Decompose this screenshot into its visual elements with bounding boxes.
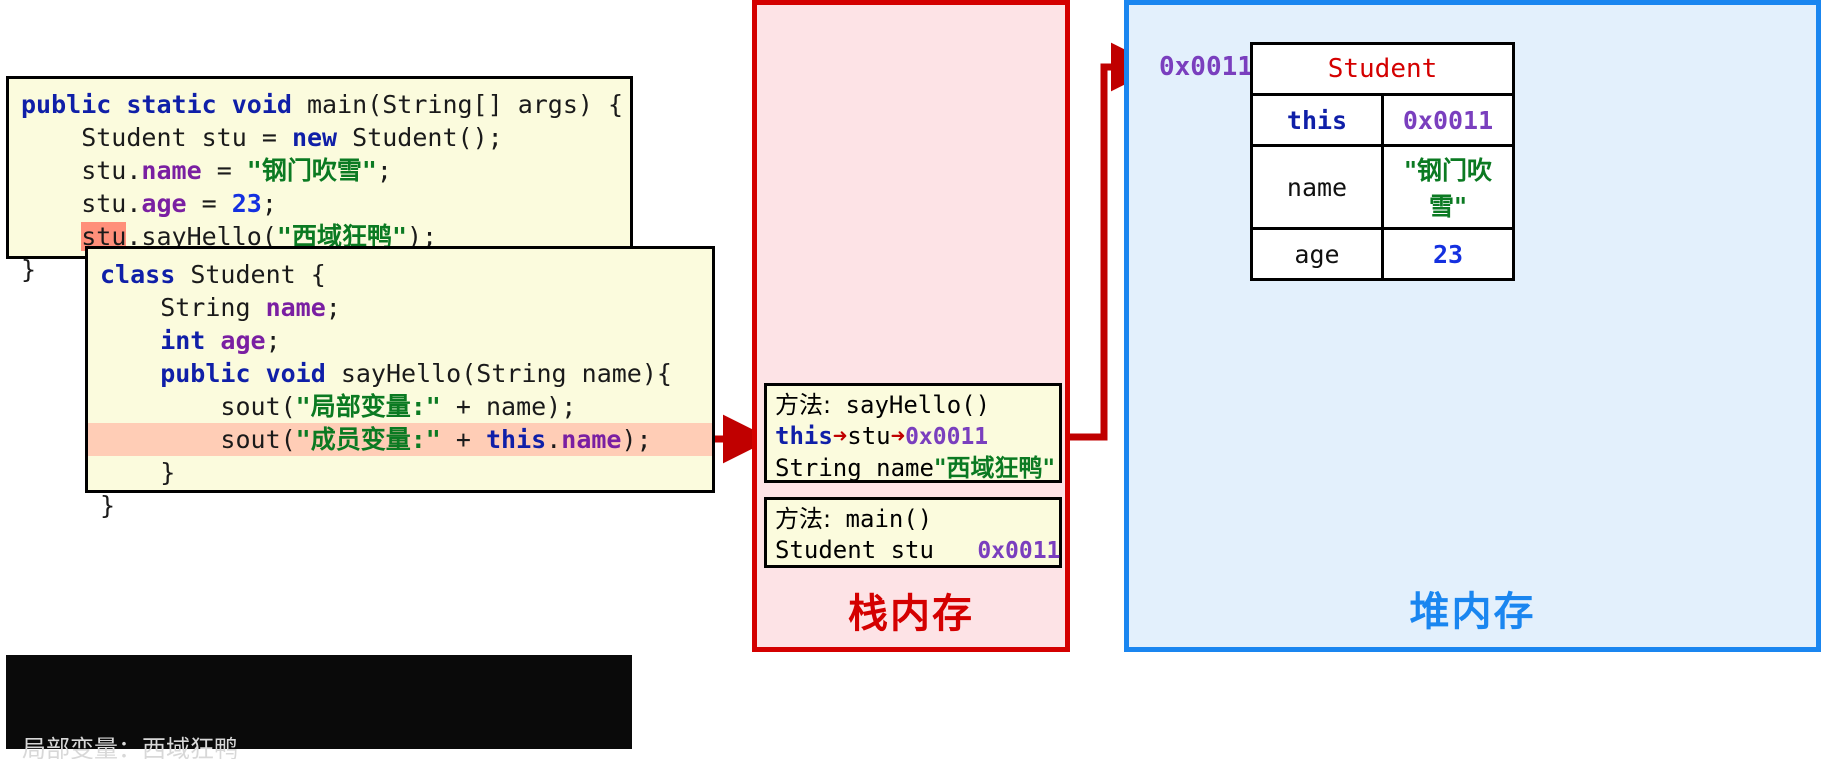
code-token: Student(); [352,123,503,152]
console-output-panel: 局部变量：西域狂鸭 成员变量：钢门吹雪 [6,655,632,759]
field-key: this [1250,93,1384,147]
main-method-code-block: public static void main(String[] args) {… [6,76,633,284]
field-key: age [1250,227,1384,281]
table-row: name "钢门吹雪" [1250,144,1515,230]
arrow-glyph-1: ➜ [832,422,848,450]
code-token: main(String[] args) { [306,90,624,119]
code-token: public static void [21,90,307,119]
code-token: new [291,123,353,152]
table-row: this 0x0011 [1250,93,1515,147]
code-token: sout( [100,425,296,454]
heap-memory-label: 堆内存 [1409,588,1536,635]
code-token: } [100,491,116,520]
code-token: 23 [231,189,262,218]
code-token: sayHello(String name){ [340,359,672,388]
code-token: name [265,293,326,322]
code-token: name [561,425,622,454]
code-token: ; [376,156,392,185]
code-line: } [100,491,115,520]
param-declaration: String name [775,454,934,482]
code-token: public void [100,359,341,388]
diagram-canvas: public static void main(String[] args) {… [0,0,1824,759]
code-token: age [220,326,266,355]
code-token: stu. [21,189,142,218]
table-row-title: Student [1250,42,1515,96]
stu-variable: stu [847,422,891,450]
code-token: class [100,260,191,289]
heap-object-address: 0x0011 [1159,52,1253,82]
code-line: } [100,458,175,487]
field-value: "钢门吹雪" [1381,144,1515,230]
sayhello-address-value: 0x0011 [905,424,989,450]
field-key: name [1250,144,1384,230]
code-line: class Student { [100,260,326,289]
field-value: 0x0011 [1381,93,1515,147]
stack-memory-label: 栈内存 [848,590,974,637]
stack-frame-main: 方法: main() Student stu 0x0011 [764,497,1062,568]
stack-frame-sayhello: 方法: sayHello() this➜stu➜0x0011 String na… [764,383,1062,483]
code-line: public void sayHello(String name){ [100,359,672,388]
param-value: "西域狂鸭" [933,454,1055,482]
code-line: stu.name = "钢门吹雪"; [21,156,392,185]
frame-header-method: main() [831,505,933,533]
code-token: ; [325,293,341,322]
code-line: String name; [100,293,341,322]
highlighted-code-line: sout("成员变量:" + this.name); [88,423,712,456]
field-value: 23 [1381,227,1515,281]
student-object-table: Student this 0x0011 name "钢门吹雪" age 23 [1250,42,1515,281]
code-token: age [141,189,187,218]
code-line: stu.age = 23; [21,189,277,218]
code-line: sout("局部变量:" + name); [100,392,576,421]
code-token: } [100,458,176,487]
frame-header-method: sayHello() [831,391,991,419]
console-line: 局部变量：西域狂鸭 [22,735,238,759]
code-token: Student { [190,260,326,289]
code-token: } [21,255,37,284]
table-row: age 23 [1250,227,1515,281]
arrow-glyph-2: ➜ [890,422,906,450]
code-token: "局部变量:" [295,392,441,421]
student-class-name: Student [1250,42,1515,96]
code-token: = [186,189,232,218]
code-token: ); [621,425,652,454]
main-address-value: 0x0011 [977,538,1061,564]
code-token: "钢门吹雪" [246,156,377,185]
code-token: ; [265,326,281,355]
frame-header-prefix: 方法: [775,505,832,533]
code-token: . [546,425,562,454]
code-line: int age; [100,326,281,355]
code-token: sout( [100,392,296,421]
code-token: = [201,156,247,185]
student-class-code-block: class Student { String name; int age; pu… [85,246,715,520]
code-token: + name); [440,392,577,421]
code-token: stu. [21,156,142,185]
code-token: int [100,326,221,355]
frame-header-prefix: 方法: [775,391,832,419]
code-line: } [21,255,36,284]
code-token: name [141,156,202,185]
stu-declaration: Student stu [775,536,934,564]
code-line: Student stu = new Student(); [21,123,503,152]
this-keyword: this [775,422,833,450]
code-token: "成员变量:" [295,425,441,454]
code-token: ; [261,189,277,218]
code-token: String [100,293,266,322]
code-token: Student stu = [21,123,292,152]
code-token: this [485,425,547,454]
code-token: + [440,425,486,454]
code-line: public static void main(String[] args) { [21,90,623,119]
